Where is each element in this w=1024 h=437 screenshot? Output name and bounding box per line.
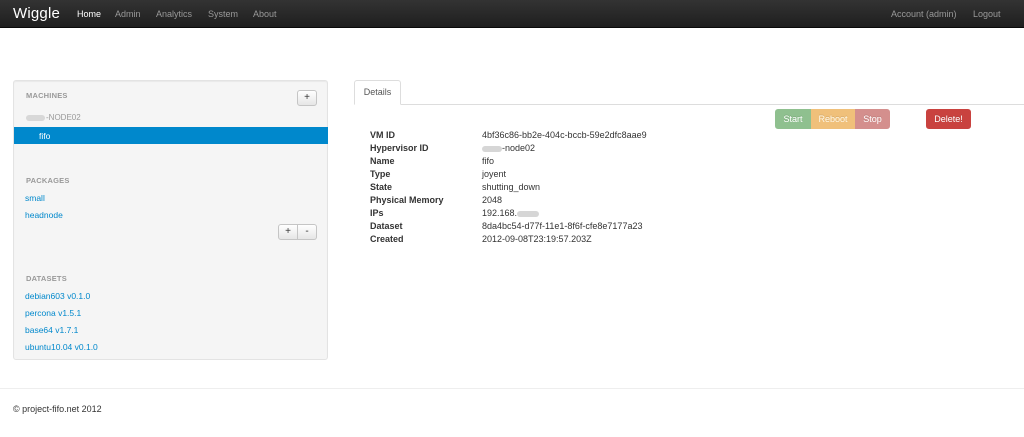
machine-item-selected[interactable]: fifo [14,127,328,144]
value-ips: 192.168. [482,208,540,218]
node-name: -NODE02 [46,113,81,122]
footer-divider [0,388,1024,389]
tabs-divider [354,104,1024,105]
value-type: joyent [482,169,507,179]
nav-account[interactable]: Account (admin) [891,9,957,19]
machine-name: fifo [39,131,51,141]
reboot-button[interactable]: Reboot [811,109,855,129]
label-hypervisor-id: Hypervisor ID [370,143,429,153]
add-package-button[interactable]: + [278,224,298,240]
label-state: State [370,182,393,192]
sidebar-panel: MACHINES + -NODE02 fifo PACKAGES small h… [13,80,328,360]
label-vm-id: VM ID [370,130,396,140]
dataset-item[interactable]: debian603 v0.1.0 [25,291,90,301]
redacted-mask [26,114,45,121]
top-navbar: Wiggle Home Admin Analytics System About… [0,0,1024,28]
label-ips: IPs [370,208,384,218]
label-type: Type [370,169,391,179]
nav-system[interactable]: System [208,9,238,19]
package-item[interactable]: headnode [25,210,63,220]
value-created: 2012-09-08T23:19:57.203Z [482,234,592,244]
value-name: fifo [482,156,495,166]
hypervisor-text: -node02 [502,143,536,153]
redacted-mask [482,145,502,152]
tab-details[interactable]: Details [354,80,401,105]
nav-home[interactable]: Home [77,9,101,19]
label-dataset: Dataset [370,221,403,231]
label-name: Name [370,156,395,166]
packages-header: PACKAGES [26,176,70,185]
footer-copyright: © project-fifo.net 2012 [13,404,102,414]
dataset-item[interactable]: ubuntu10.04 v0.1.0 [25,342,98,352]
value-hypervisor-id: -node02 [482,143,535,153]
dataset-item[interactable]: base64 v1.7.1 [25,325,78,335]
nav-admin[interactable]: Admin [115,9,141,19]
remove-package-button[interactable]: - [298,224,317,240]
dataset-item[interactable]: percona v1.5.1 [25,308,81,318]
nav-logout[interactable]: Logout [973,9,1001,19]
hypervisor-node-header: -NODE02 [26,113,81,122]
datasets-header: DATASETS [26,274,67,283]
nav-about[interactable]: About [253,9,277,19]
machines-header: MACHINES [26,91,68,100]
nav-analytics[interactable]: Analytics [156,9,192,19]
label-created: Created [370,234,404,244]
package-item[interactable]: small [25,193,45,203]
ip-text: 192.168. [482,208,518,218]
value-state: shutting_down [482,182,541,192]
delete-button[interactable]: Delete! [926,109,971,129]
value-dataset: 8da4bc54-d77f-11e1-8f6f-cfe8e7177a23 [482,221,643,231]
add-machine-button[interactable]: + [297,90,317,106]
value-physical-memory: 2048 [482,195,503,205]
start-button[interactable]: Start [775,109,811,129]
stop-button[interactable]: Stop [855,109,890,129]
redacted-mask [517,210,540,217]
brand-logo[interactable]: Wiggle [13,5,60,22]
value-vm-id: 4bf36c86-bb2e-404c-bccb-59e2dfc8aae9 [482,130,647,140]
label-physical-memory: Physical Memory [370,195,444,205]
